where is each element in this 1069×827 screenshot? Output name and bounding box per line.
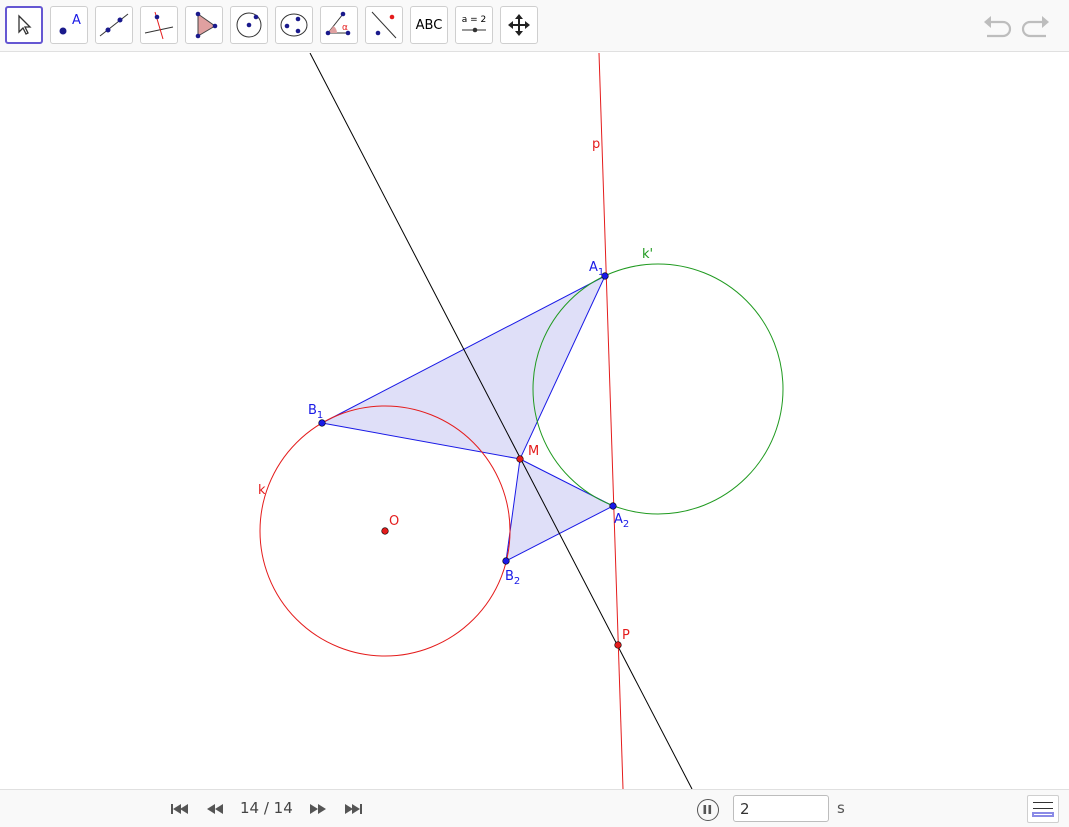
- point-p[interactable]: [614, 641, 622, 649]
- label-p: p: [592, 137, 600, 152]
- label-k: k: [258, 483, 266, 498]
- construction-navigation-bar: 14 / 14 s: [0, 789, 1069, 827]
- redo-button[interactable]: [1018, 12, 1052, 40]
- label-k-prime: k': [642, 247, 653, 262]
- circle-tool-button[interactable]: [230, 6, 268, 44]
- algebra-view-button[interactable]: [1027, 795, 1059, 823]
- move-arrows-icon: [508, 14, 530, 36]
- redo-icon: [1021, 16, 1049, 38]
- perpendicular-line-icon: [144, 11, 174, 40]
- first-step-button[interactable]: [167, 800, 191, 818]
- triangle-a2-b2-m[interactable]: [505, 458, 615, 562]
- triangle-a1-b1-m[interactable]: [320, 274, 607, 460]
- angle-tool-button[interactable]: α: [320, 6, 358, 44]
- step-counter: 14 / 14: [240, 799, 293, 817]
- last-step-icon: [345, 804, 362, 814]
- point-m[interactable]: [516, 455, 524, 463]
- move-tool-button[interactable]: [5, 6, 43, 44]
- point-tool-button[interactable]: A: [50, 6, 88, 44]
- label-p-point: P: [622, 628, 630, 643]
- speed-input[interactable]: [733, 795, 829, 822]
- conic-tool-button[interactable]: [275, 6, 313, 44]
- previous-step-button[interactable]: [203, 800, 227, 818]
- last-step-button[interactable]: [342, 800, 366, 818]
- arrow-cursor-icon: [18, 14, 32, 35]
- point-icon: A: [59, 13, 81, 35]
- polygon-icon: [195, 11, 218, 39]
- speed-unit-label: s: [837, 799, 845, 817]
- slider-tool-button[interactable]: a = 2: [455, 6, 493, 44]
- algebra-view-icon: [1031, 800, 1055, 817]
- polygon-tool-button[interactable]: [185, 6, 223, 44]
- text-tool-button[interactable]: ABC: [410, 6, 448, 44]
- label-o: O: [389, 514, 399, 529]
- reflect-tool-button[interactable]: [365, 6, 403, 44]
- point-b2[interactable]: [502, 557, 510, 565]
- slider-icon: a = 2: [462, 15, 487, 33]
- toolbar: A α ABC a = 2: [0, 0, 1069, 52]
- point-a2[interactable]: [609, 502, 617, 510]
- undo-icon: [984, 16, 1012, 38]
- previous-step-icon: [207, 804, 223, 814]
- next-step-icon: [310, 804, 326, 814]
- label-m: M: [528, 444, 539, 459]
- text-tool-label: ABC: [415, 17, 443, 33]
- graphics-view[interactable]: p k' k A1 B1 A2 B2 M O P: [0, 53, 1069, 789]
- slider-tool-label: a = 2: [462, 15, 487, 25]
- line-tool-button[interactable]: [95, 6, 133, 44]
- move-graphics-view-tool-button[interactable]: [500, 6, 538, 44]
- perpendicular-line-tool-button[interactable]: [140, 6, 178, 44]
- angle-icon: α: [325, 11, 351, 36]
- label-b1: B1: [308, 403, 323, 421]
- line-p[interactable]: [598, 53, 624, 789]
- pause-button[interactable]: [697, 799, 719, 821]
- circle-center-point-icon: [236, 12, 262, 38]
- reflect-about-line-icon: [371, 11, 397, 39]
- label-a1: A1: [589, 260, 604, 278]
- point-o[interactable]: [381, 527, 389, 535]
- point-tool-label: A: [72, 13, 81, 28]
- label-b2: B2: [505, 569, 520, 587]
- next-step-button[interactable]: [306, 800, 330, 818]
- first-step-icon: [171, 804, 188, 814]
- undo-button[interactable]: [981, 12, 1015, 40]
- conic-icon: [280, 13, 308, 37]
- label-a2: A2: [614, 512, 629, 530]
- line-icon: [99, 13, 129, 37]
- pause-icon: [703, 805, 712, 814]
